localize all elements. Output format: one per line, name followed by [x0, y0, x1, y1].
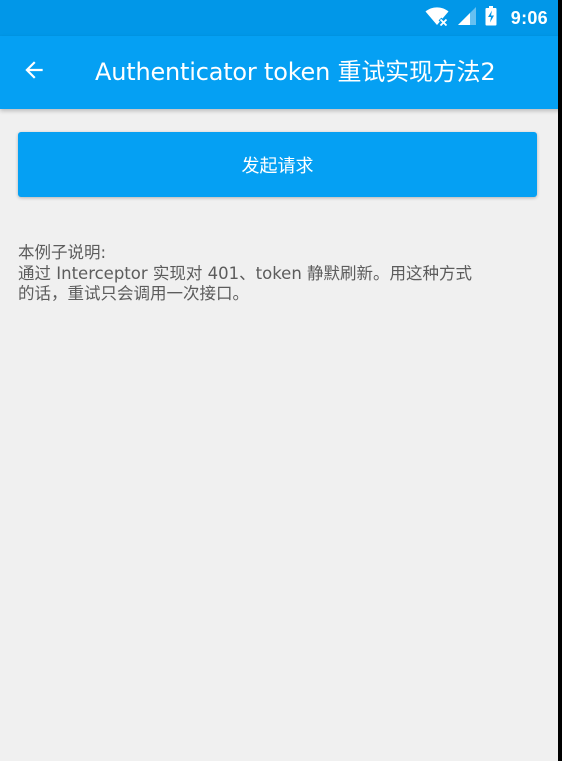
description-heading: 本例子说明: [18, 243, 107, 262]
arrow-left-icon [21, 57, 47, 87]
send-request-button[interactable]: 发起请求 [18, 132, 537, 197]
description-text: 本例子说明: 通过 Interceptor 实现对 401、token 静默刷新… [18, 243, 538, 305]
description-line-2: 的话，重试只会调用一次接口。 [18, 284, 249, 303]
description-line-1: 通过 Interceptor 实现对 401、token 静默刷新。用这种方式 [18, 263, 473, 283]
signal-icon [457, 6, 477, 30]
status-bar: 9:06 [0, 0, 562, 36]
screen-edge [558, 0, 562, 761]
page-title: Authenticator token 重试实现方法2 [95, 58, 496, 86]
battery-icon [485, 6, 497, 30]
status-time: 9:06 [510, 7, 548, 28]
app-bar: Authenticator token 重试实现方法2 [0, 36, 562, 109]
back-button[interactable] [10, 48, 58, 96]
wifi-icon [425, 6, 449, 30]
status-icons: 9:06 [425, 6, 548, 30]
